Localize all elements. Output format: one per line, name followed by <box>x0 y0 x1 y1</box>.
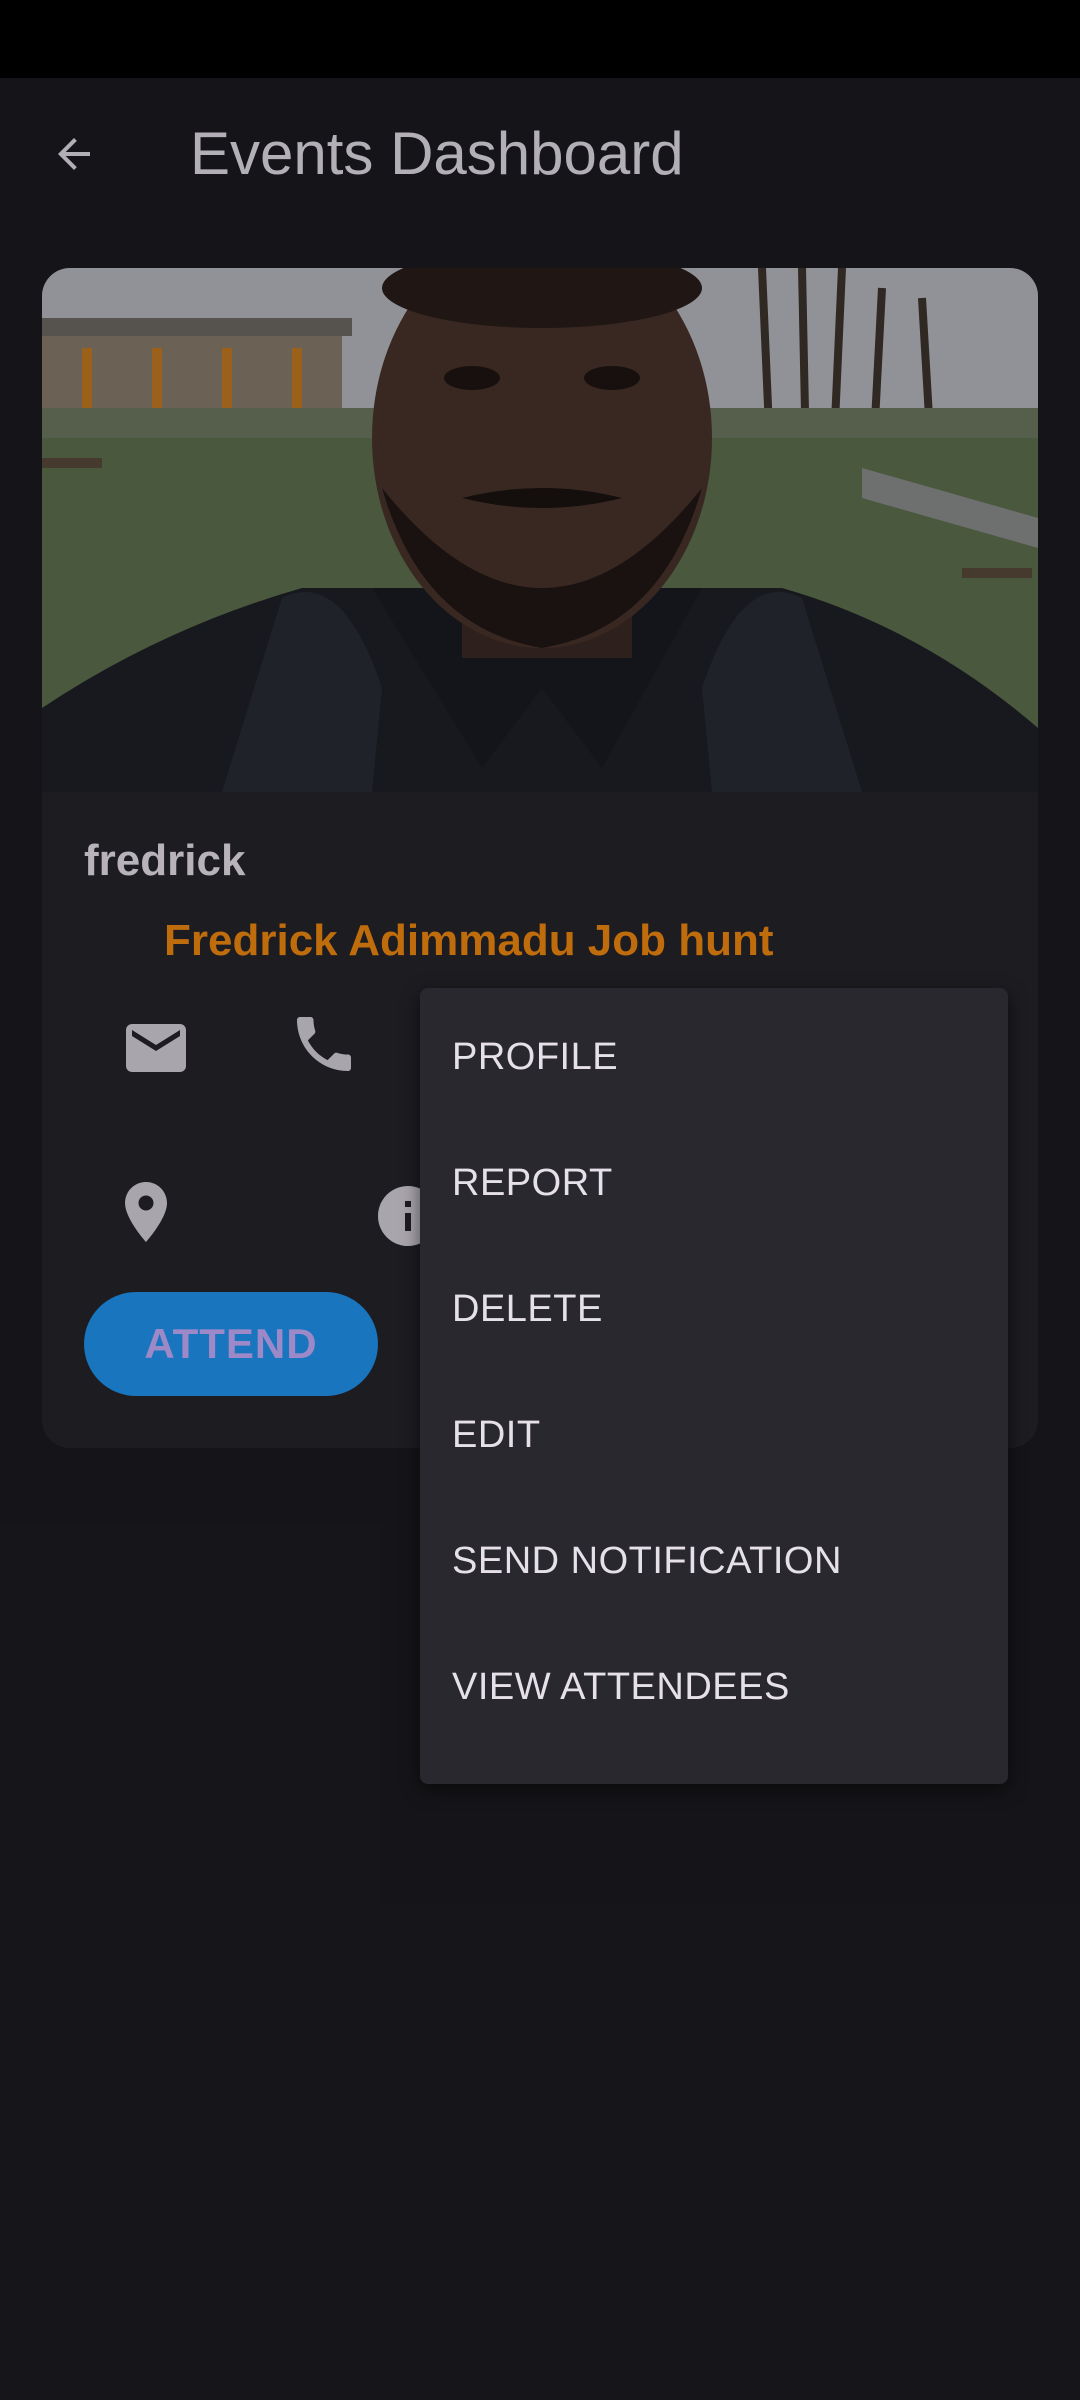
menu-item-send-notification[interactable]: SEND NOTIFICATION <box>420 1498 1008 1624</box>
phone-icon[interactable] <box>288 1008 360 1080</box>
location-icon[interactable] <box>110 1176 182 1248</box>
menu-item-delete[interactable]: DELETE <box>420 1246 1008 1372</box>
back-button[interactable] <box>34 116 114 192</box>
overflow-menu: PROFILE REPORT DELETE EDIT SEND NOTIFICA… <box>420 988 1008 1784</box>
email-icon[interactable] <box>120 1012 192 1084</box>
status-bar <box>0 0 1080 78</box>
page-title: Events Dashboard <box>190 120 684 187</box>
menu-item-edit[interactable]: EDIT <box>420 1372 1008 1498</box>
menu-item-view-attendees[interactable]: VIEW ATTENDEES <box>420 1624 1008 1750</box>
event-photo <box>42 268 1038 792</box>
menu-item-report[interactable]: REPORT <box>420 1120 1008 1246</box>
app-bar: Events Dashboard <box>0 78 1080 228</box>
attend-button[interactable]: ATTEND <box>84 1292 378 1396</box>
menu-item-profile[interactable]: PROFILE <box>420 994 1008 1120</box>
event-title: Fredrick Adimmadu Job hunt <box>164 916 774 965</box>
event-username: fredrick <box>84 836 246 885</box>
arrow-back-icon <box>58 138 90 170</box>
